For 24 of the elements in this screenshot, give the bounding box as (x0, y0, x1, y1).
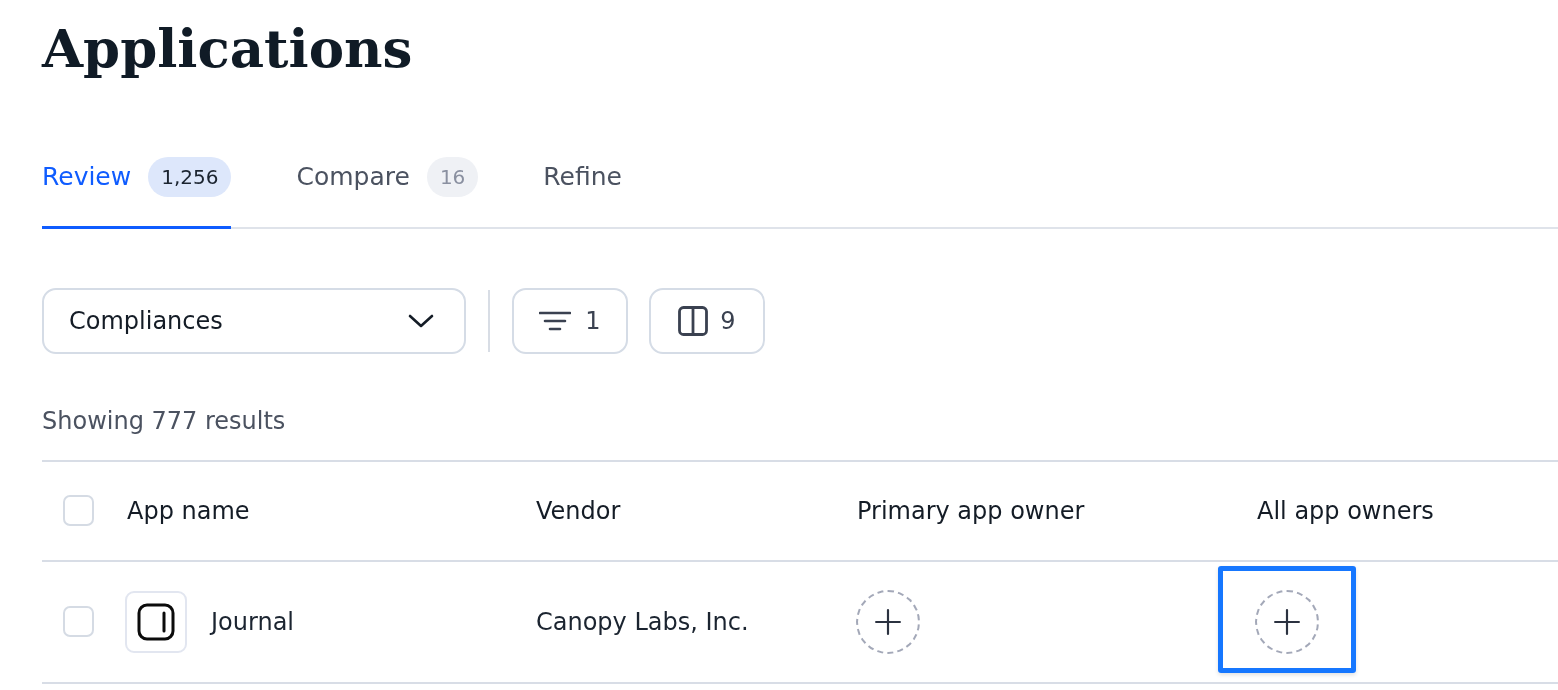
count-badge: 16 (426, 156, 479, 197)
column-header: App name (127, 495, 250, 527)
chevron-down-icon (408, 313, 434, 328)
count-badge: 1,256 (148, 156, 232, 197)
columns-icon (678, 305, 709, 336)
column-header: All app owners (1257, 495, 1434, 527)
tab[interactable]: Refine (543, 127, 622, 229)
filter-button[interactable]: 1 (512, 287, 628, 354)
compliances-dropdown[interactable]: Compliances (42, 287, 466, 354)
app-logo-icon (125, 590, 187, 653)
results-count: Showing 777 results (42, 405, 286, 436)
plus-icon (875, 608, 901, 635)
column-header: Vendor (536, 495, 621, 527)
column-header: Primary app owner (857, 495, 1085, 527)
columns-button[interactable]: 9 (649, 287, 765, 354)
tab[interactable]: Compare 16 (296, 127, 479, 229)
tab[interactable]: Review 1,256 (42, 127, 232, 229)
checkbox[interactable] (63, 606, 94, 638)
page-title: Applications (42, 16, 413, 81)
plus-icon (1274, 608, 1300, 635)
checkbox[interactable] (63, 495, 94, 527)
filter-icon (539, 310, 572, 331)
vendor-name: Canopy Labs, Inc. (536, 606, 749, 638)
app-name: Journal (211, 606, 294, 638)
